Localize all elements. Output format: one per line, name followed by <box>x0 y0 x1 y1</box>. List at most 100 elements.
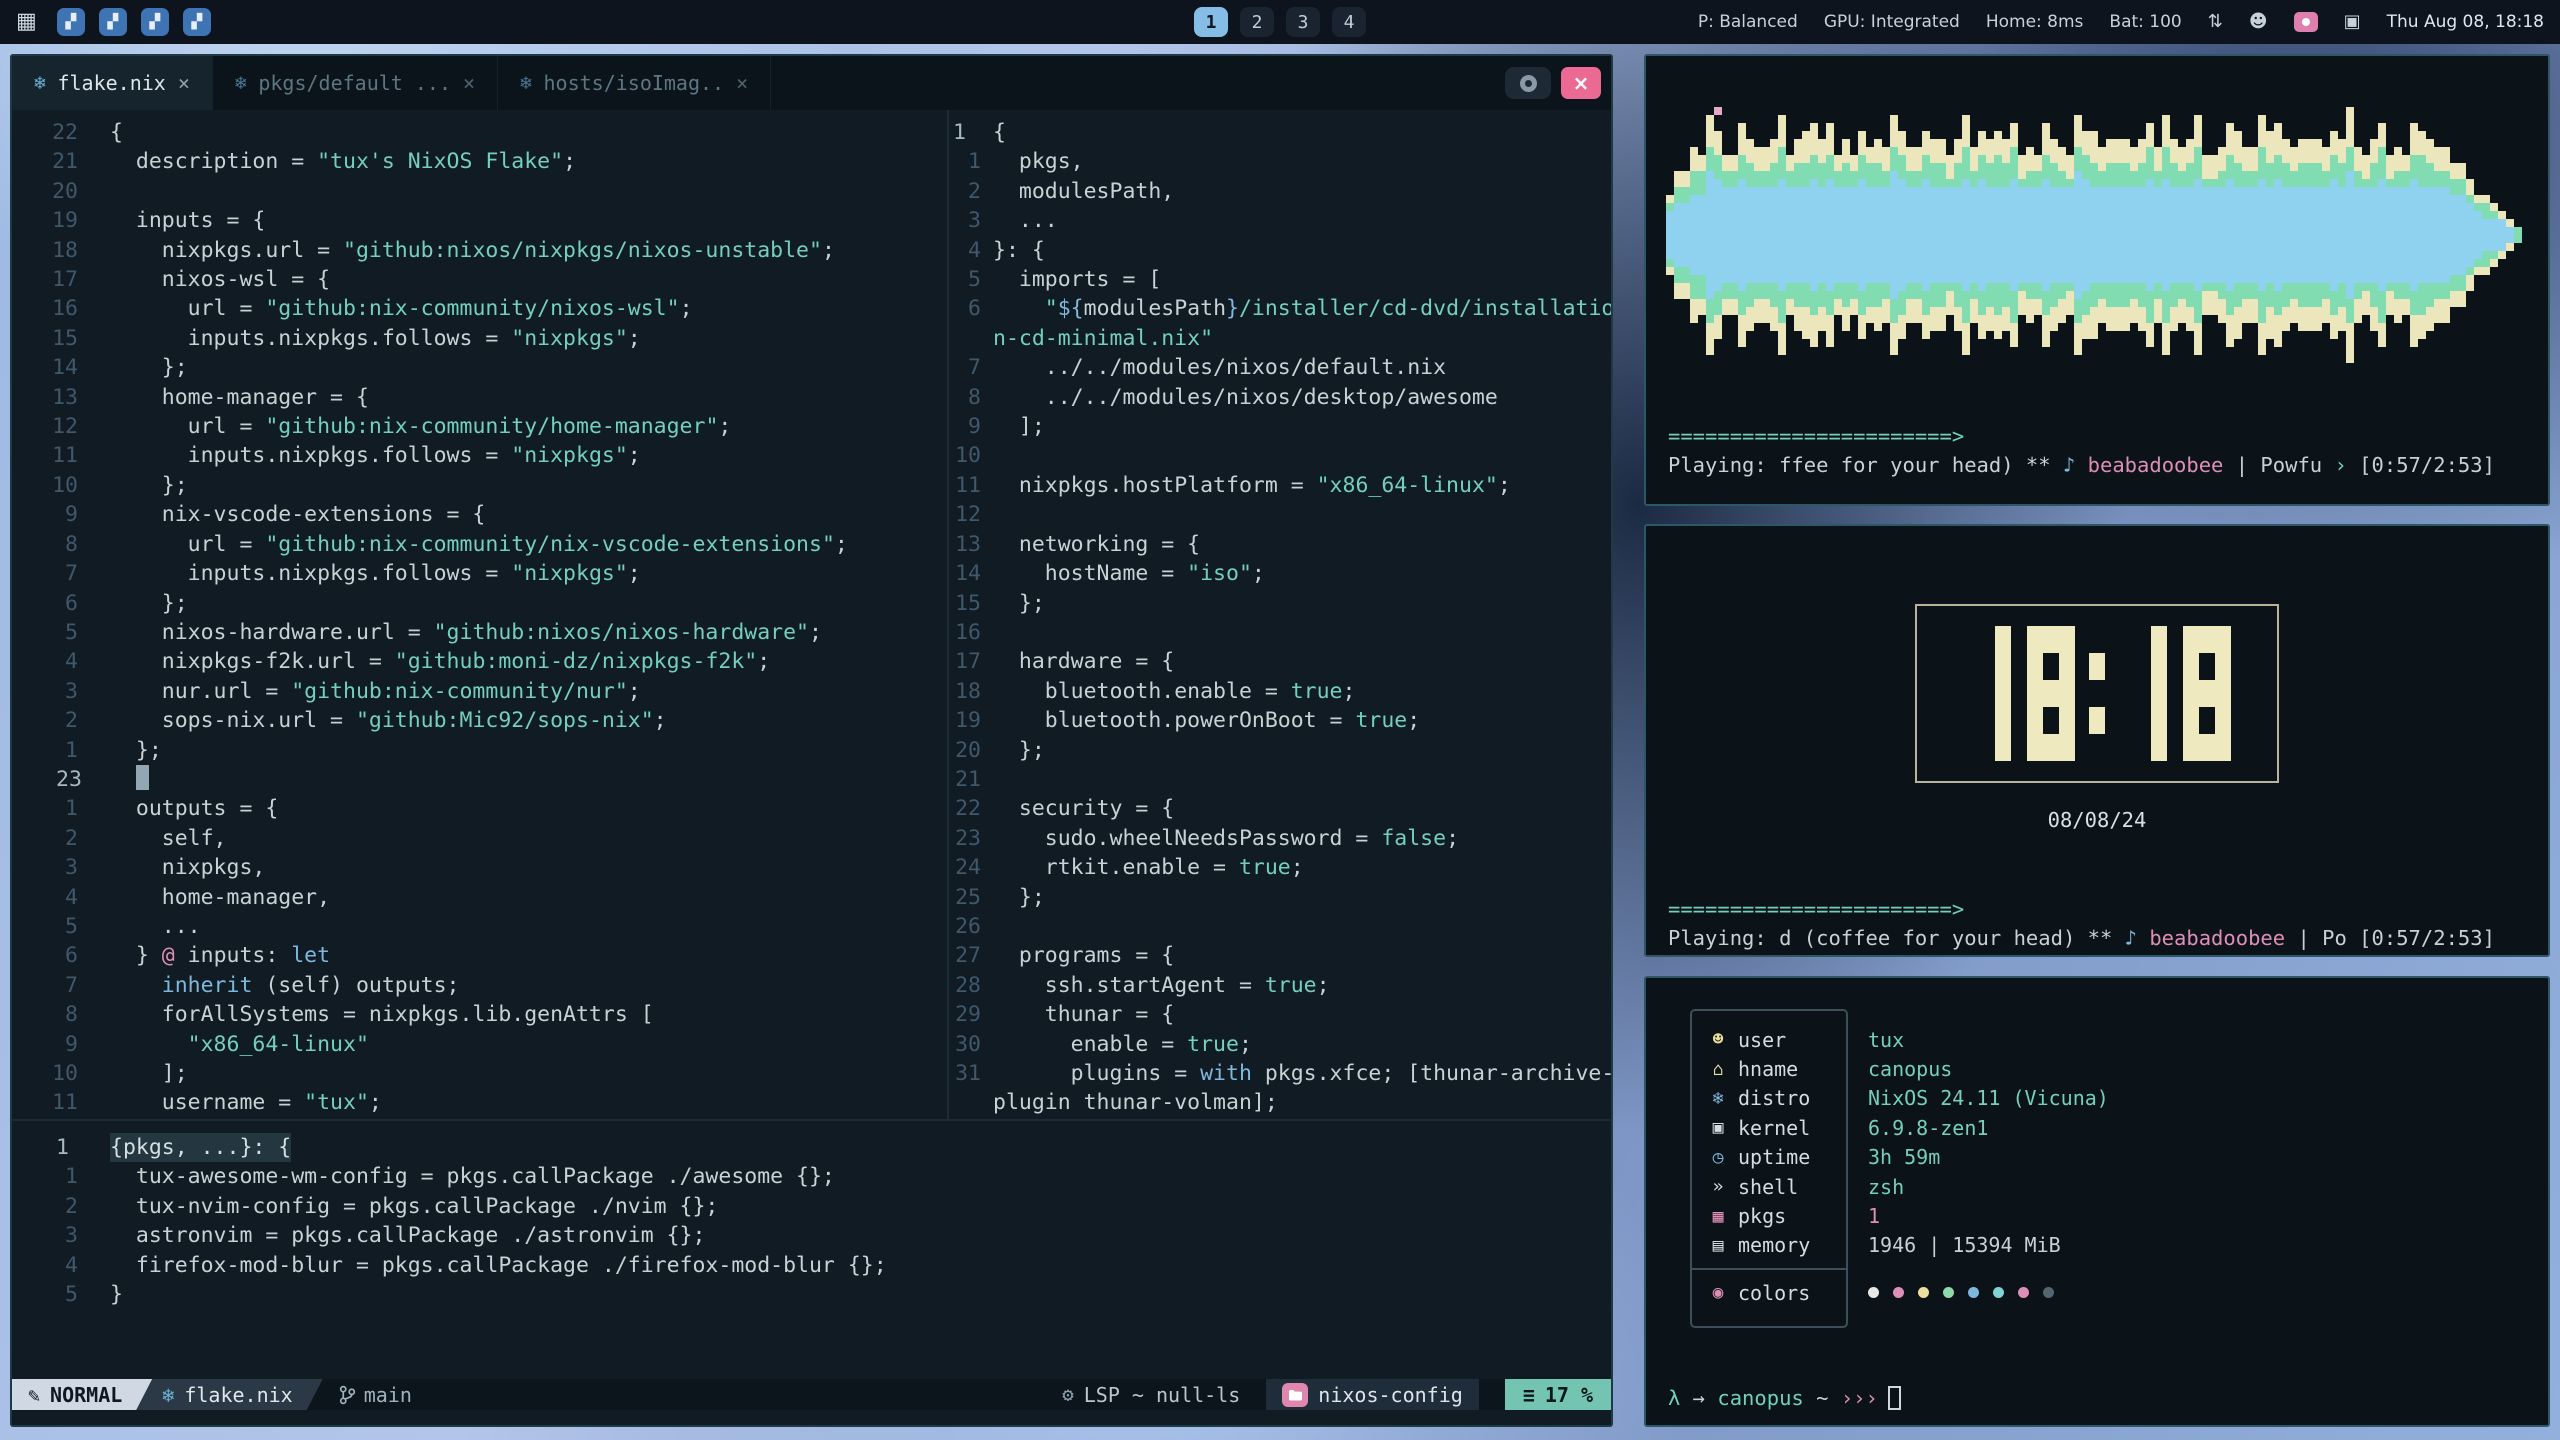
line-number: 2 <box>12 824 110 853</box>
code-line: 13 networking = { <box>949 530 1611 559</box>
line-number: 6 <box>949 294 993 323</box>
buffer-tab-hosts-isoImag-[interactable]: ❄hosts/isoImag..× <box>498 56 771 110</box>
line-number: 27 <box>949 941 993 970</box>
code-line: 26 <box>949 912 1611 941</box>
fetch-row-uptime: ◷uptime3h 59m <box>1690 1143 2510 1172</box>
code-line: 9 nix-vscode-extensions = { <box>12 500 947 529</box>
project-label: nixos-config <box>1318 1383 1463 1407</box>
code-line: 1{ <box>949 118 1611 147</box>
code-line: 29 thunar = { <box>949 1000 1611 1029</box>
tab-close-icon[interactable]: × <box>463 71 475 95</box>
code-line: 7 inputs.nixpkgs.follows = "nixpkgs"; <box>12 559 947 588</box>
code-line: 4 firefox-mod-blur = pkgs.callPackage ./… <box>12 1251 1611 1280</box>
editor-pane-pkgs[interactable]: 1{pkgs, ...}: {1 tux-awesome-wm-config =… <box>12 1121 1611 1379</box>
app-launcher-icon[interactable]: ▦ <box>16 11 37 33</box>
fetch-label: kernel <box>1738 1116 1810 1140</box>
code-line: 1{pkgs, ...}: { <box>12 1133 1611 1162</box>
code-line: 3 ... <box>949 206 1611 235</box>
fetch-label: uptime <box>1738 1145 1810 1169</box>
workspace-tag-4[interactable]: 4 <box>1332 7 1366 37</box>
code-line: 1 tux-awesome-wm-config = pkgs.callPacka… <box>12 1162 1611 1191</box>
network-traffic-icon[interactable]: ⇅ <box>2208 13 2223 31</box>
editor-pane-flake[interactable]: 22{21 description = "tux's NixOS Flake";… <box>12 110 947 1119</box>
tab-close-icon[interactable]: × <box>736 71 748 95</box>
statusline-right: ⚙ LSP ~ null-ls nixos-config ≡ 17 % <box>1062 1379 1611 1410</box>
shell-prompt[interactable]: λ → canopus ~ ››› <box>1668 1386 1901 1410</box>
close-window-button[interactable]: × <box>1561 67 1601 99</box>
color-dot <box>1993 1287 2004 1298</box>
clock-digit <box>2027 626 2075 761</box>
line-number: 5 <box>12 618 110 647</box>
code-line: 25 }; <box>949 883 1611 912</box>
tab-close-icon[interactable]: × <box>178 71 190 95</box>
mode-indicator: ✎ NORMAL <box>12 1379 152 1410</box>
line-number: 3 <box>949 206 993 235</box>
hostname-icon: ⌂ <box>1704 1059 1732 1080</box>
line-number: 5 <box>12 912 110 941</box>
layout-icon[interactable]: ▣ <box>2344 13 2361 31</box>
color-dot <box>1918 1287 1929 1298</box>
buffer-tab-pkgs-default-[interactable]: ❄pkgs/default ...× <box>213 56 498 110</box>
clock-terminal[interactable]: 08/08/24 =======================> Playin… <box>1644 524 2550 957</box>
pinned-app-icon[interactable]: ▞ <box>57 8 85 36</box>
fetch-label: hname <box>1738 1057 1798 1081</box>
code-line: 3 nixpkgs, <box>12 853 947 882</box>
pinned-app-icon[interactable]: ▞ <box>99 8 127 36</box>
code-line: 16 url = "github:nix-community/nixos-wsl… <box>12 294 947 323</box>
code-line: 11 inputs.nixpkgs.follows = "nixpkgs"; <box>12 441 947 470</box>
fetch-terminal[interactable]: ☻usertux⌂hnamecanopus❄distroNixOS 24.11 … <box>1644 976 2550 1427</box>
line-number: 17 <box>12 265 110 294</box>
fetch-value: canopus <box>1868 1057 1952 1081</box>
command-line[interactable] <box>12 1410 1611 1425</box>
lines-icon: ≡ <box>1523 1383 1535 1407</box>
fetch-row-shell: »shellzsh <box>1690 1172 2510 1201</box>
screenshot-tray-icon[interactable] <box>2294 12 2318 32</box>
line-number: 3 <box>12 677 110 706</box>
nix-file-icon: ❄ <box>235 72 246 94</box>
workspace-tag-1[interactable]: 1 <box>1194 7 1228 37</box>
code-line: 20 <box>12 177 947 206</box>
line-number: 3 <box>12 853 110 882</box>
color-dot <box>1943 1287 1954 1298</box>
clock-digit <box>1963 626 2011 761</box>
line-number: 5 <box>949 265 993 294</box>
code-line: 23 <box>12 765 947 794</box>
line-number: 20 <box>949 736 993 765</box>
git-branch: main <box>339 1379 412 1410</box>
color-dot <box>1968 1287 1979 1298</box>
line-number: 4 <box>12 647 110 676</box>
workspace-tag-2[interactable]: 2 <box>1240 7 1274 37</box>
line-number: 10 <box>949 441 993 470</box>
pinned-app-icon[interactable]: ▞ <box>183 8 211 36</box>
editor-pane-iso[interactable]: 1{1 pkgs,2 modulesPath,3 ...4}: {5 impor… <box>949 110 1611 1119</box>
fetch-label: user <box>1738 1028 1786 1052</box>
line-number: 28 <box>949 971 993 1000</box>
code-line: 15 inputs.nixpkgs.follows = "nixpkgs"; <box>12 324 947 353</box>
code-line: 21 description = "tux's NixOS Flake"; <box>12 147 947 176</box>
code-line: 5 imports = [ <box>949 265 1611 294</box>
code-line: 2 tux-nvim-config = pkgs.callPackage ./n… <box>12 1192 1611 1221</box>
line-number: 13 <box>949 530 993 559</box>
toggle-button[interactable] <box>1505 67 1551 99</box>
code-line: 22{ <box>12 118 947 147</box>
pinned-app-icon[interactable]: ▞ <box>141 8 169 36</box>
filename-label: flake.nix <box>184 1383 292 1407</box>
line-number: 12 <box>12 412 110 441</box>
fetch-row-user: ☻usertux <box>1690 1025 2510 1054</box>
line-number: 17 <box>949 647 993 676</box>
buffer-tab-flake-nix[interactable]: ❄flake.nix× <box>12 56 213 110</box>
code-line: 15 }; <box>949 589 1611 618</box>
line-number: 15 <box>949 589 993 618</box>
music-visualizer-terminal[interactable]: =======================> Playing: ffee f… <box>1644 54 2550 506</box>
line-number: 1 <box>12 736 110 765</box>
tab-label: flake.nix <box>57 71 165 95</box>
code-line: 12 url = "github:nix-community/home-mana… <box>12 412 947 441</box>
line-number: 24 <box>949 853 993 882</box>
now-playing-line: Playing: d (coffee for your head) ** ♪ b… <box>1668 924 2495 953</box>
workspace-tag-3[interactable]: 3 <box>1286 7 1320 37</box>
code-line: 6 }; <box>12 589 947 618</box>
user-tray-icon[interactable]: ☻ <box>2249 13 2268 31</box>
code-line: 4 home-manager, <box>12 883 947 912</box>
tty-clock <box>1915 604 2279 783</box>
code-line: 20 }; <box>949 736 1611 765</box>
